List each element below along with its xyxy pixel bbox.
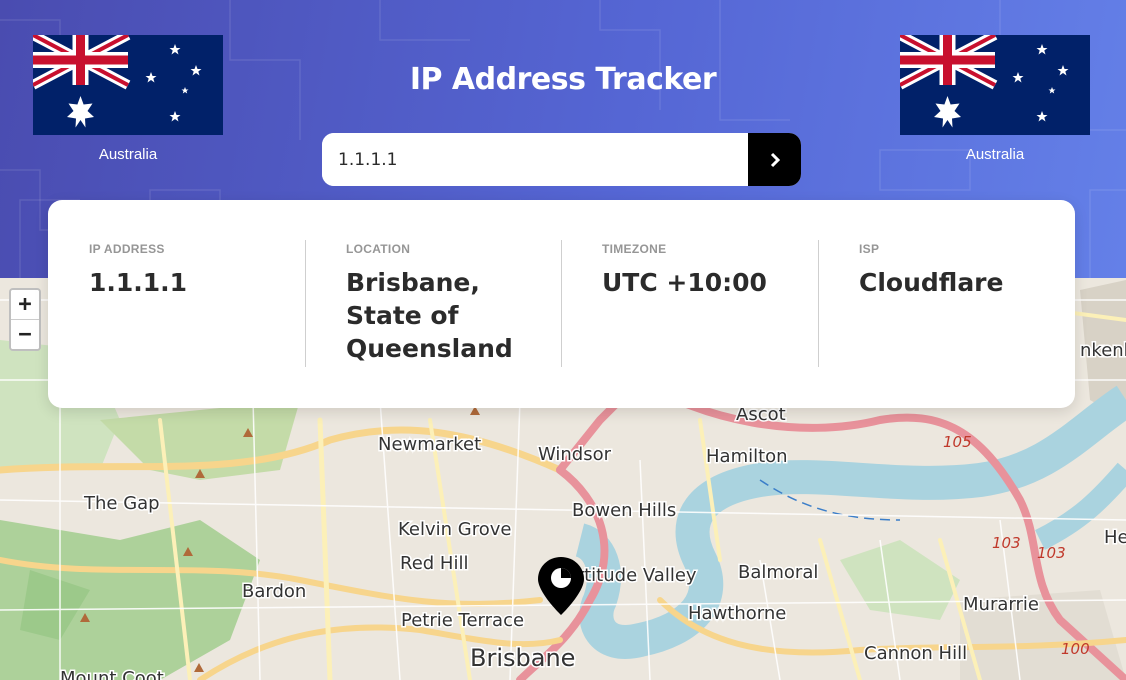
ip-search-bar — [322, 133, 801, 186]
search-submit-button[interactable] — [748, 133, 801, 186]
place-newmarket: Newmarket — [378, 434, 481, 455]
timezone-value: UTC +10:00 — [602, 268, 767, 297]
isp-value: Cloudflare — [859, 268, 1004, 297]
isp-label: ISP — [859, 242, 880, 256]
place-bardon: Bardon — [242, 581, 306, 602]
timezone-label: TIMEZONE — [602, 242, 667, 256]
place-murarrie: Murarrie — [963, 594, 1039, 615]
place-bowen-hills: Bowen Hills — [572, 500, 676, 521]
road-shield-100: 100 — [1061, 640, 1090, 658]
map-zoom-control: + − — [9, 288, 41, 351]
left-flag-block: Australia — [33, 35, 223, 163]
place-petrie-terrace: Petrie Terrace — [401, 610, 524, 631]
zoom-out-button[interactable]: − — [11, 320, 39, 349]
right-flag-block: Australia — [900, 35, 1090, 163]
zoom-in-button[interactable]: + — [11, 290, 39, 320]
australia-flag-icon — [900, 35, 1090, 135]
place-brisbane: Brisbane — [470, 644, 575, 672]
place-balmoral: Balmoral — [738, 562, 818, 583]
place-red-hill: Red Hill — [400, 553, 468, 574]
place-pinkenba: nkenb — [1080, 340, 1126, 361]
place-mount-coot: Mount Coot — [60, 668, 164, 680]
location-value: Brisbane, State of Queensland — [346, 268, 513, 363]
ip-search-input[interactable] — [322, 133, 748, 186]
place-hemmant: He — [1104, 527, 1126, 548]
left-flag-country: Australia — [98, 146, 158, 163]
location-pin-icon[interactable] — [537, 556, 585, 616]
ip-info-card: IP ADDRESS 1.1.1.1 LOCATION Brisbane, St… — [48, 200, 1075, 408]
place-windsor: Windsor — [538, 444, 612, 465]
timezone-section: TIMEZONE UTC +10:00 — [561, 240, 817, 367]
right-flag-country: Australia — [965, 146, 1025, 163]
place-cannon-hill: Cannon Hill — [864, 643, 967, 664]
road-shield-105: 105 — [943, 433, 972, 451]
location-section: LOCATION Brisbane, State of Queensland — [305, 240, 561, 367]
road-shield-103-east: 103 — [1037, 544, 1066, 562]
place-hawthorne: Hawthorne — [688, 603, 786, 624]
chevron-right-icon — [770, 152, 780, 167]
road-shield-103: 103 — [992, 534, 1021, 552]
australia-flag-icon — [33, 35, 223, 135]
isp-section: ISP Cloudflare — [818, 240, 1074, 367]
location-label: LOCATION — [346, 242, 411, 256]
place-the-gap: The Gap — [83, 493, 160, 514]
place-hamilton: Hamilton — [706, 446, 788, 467]
place-kelvin-grove: Kelvin Grove — [398, 519, 511, 540]
